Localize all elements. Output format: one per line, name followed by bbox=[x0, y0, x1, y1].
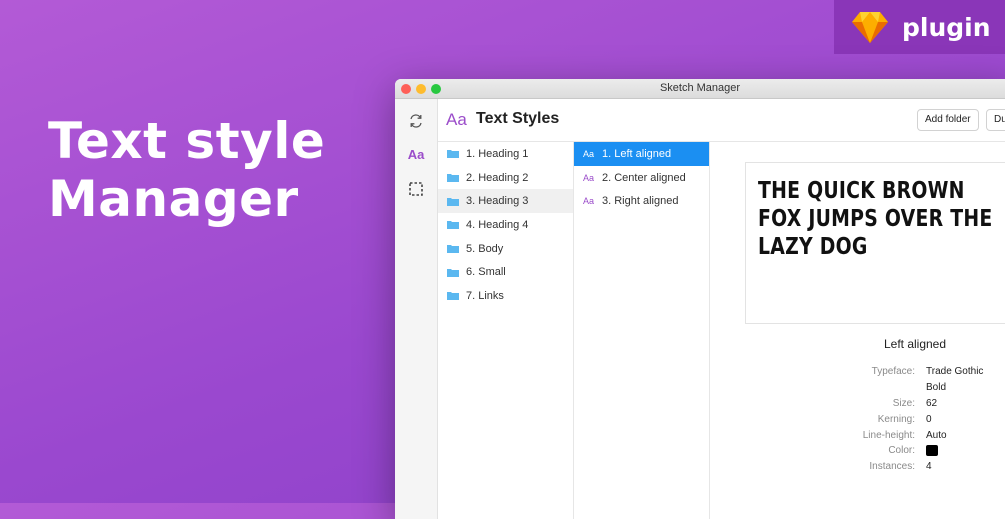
style-detail-title: Left aligned bbox=[883, 337, 947, 351]
instances-label: Instances: bbox=[869, 461, 915, 472]
folder-label: 2. Heading 2 bbox=[466, 171, 529, 184]
plugin-label: plugin bbox=[902, 12, 991, 42]
color-swatch[interactable] bbox=[926, 445, 938, 456]
line-height-label: Line-height: bbox=[862, 430, 915, 441]
kerning-value: 0 bbox=[926, 414, 932, 425]
panel-header: Aa Text Styles Add folder Duplicate bbox=[438, 99, 1005, 142]
style-item[interactable]: Aa 2. Center aligned bbox=[574, 166, 709, 190]
folder-item[interactable]: 4. Heading 4 bbox=[438, 213, 573, 237]
styles-column: Aa 1. Left aligned Aa 2. Center aligned … bbox=[574, 142, 710, 519]
side-rail: Aa bbox=[395, 99, 438, 519]
hero-title-line1: Text style bbox=[48, 112, 326, 170]
style-label: 3. Right aligned bbox=[602, 195, 679, 208]
text-styles-header-icon: Aa bbox=[446, 110, 467, 129]
text-style-icon: Aa bbox=[583, 148, 595, 159]
style-preview: THE QUICK BROWN FOX JUMPS OVER THE LAZY … bbox=[745, 162, 1005, 324]
typeface-weight-value: Bold bbox=[926, 382, 947, 393]
folder-item[interactable]: 1. Heading 1 bbox=[438, 142, 573, 166]
folder-icon bbox=[447, 245, 459, 254]
folder-icon bbox=[447, 197, 459, 206]
folders-column: 1. Heading 1 2. Heading 2 3. Heading 3 4… bbox=[438, 142, 574, 519]
folder-item[interactable]: 6. Small bbox=[438, 260, 573, 284]
folder-icon bbox=[447, 150, 459, 159]
color-label: Color: bbox=[888, 445, 915, 456]
add-folder-button[interactable]: Add folder bbox=[917, 109, 979, 131]
sketch-diamond-icon bbox=[852, 12, 888, 43]
folder-label: 6. Small bbox=[466, 266, 506, 279]
folder-label: 5. Body bbox=[466, 242, 504, 255]
size-label: Size: bbox=[892, 398, 915, 409]
preview-text: THE QUICK BROWN FOX JUMPS OVER THE LAZY … bbox=[758, 177, 993, 261]
text-styles-icon[interactable]: Aa bbox=[407, 145, 425, 163]
folder-item[interactable]: 5. Body bbox=[438, 237, 573, 261]
window-title: Sketch Manager bbox=[659, 82, 741, 94]
sync-icon[interactable] bbox=[407, 112, 425, 130]
style-item[interactable]: Aa 3. Right aligned bbox=[574, 189, 709, 213]
folder-item-selected[interactable]: 3. Heading 3 bbox=[438, 189, 573, 214]
folder-item[interactable]: 7. Links bbox=[438, 284, 573, 308]
duplicate-button[interactable]: Duplicate bbox=[986, 109, 1005, 131]
preview-line: FOX JUMPS OVER THE bbox=[758, 206, 993, 232]
sketch-manager-window: Sketch Manager Aa Aa Text Styles Add fol… bbox=[395, 79, 1005, 519]
kerning-label: Kerning: bbox=[877, 414, 915, 425]
hero-title-line2: Manager bbox=[48, 170, 299, 228]
text-style-icon: Aa bbox=[583, 172, 595, 183]
folder-icon bbox=[447, 268, 459, 277]
text-style-icon: Aa bbox=[583, 196, 595, 207]
selection-icon[interactable] bbox=[407, 180, 425, 198]
folder-label: 7. Links bbox=[466, 289, 504, 302]
panel-title: Text Styles bbox=[476, 110, 560, 127]
hero-title: Text style Manager bbox=[48, 112, 325, 228]
folder-label: 1. Heading 1 bbox=[466, 147, 529, 160]
style-label: 2. Center aligned bbox=[602, 171, 686, 184]
folder-icon bbox=[447, 221, 459, 230]
folder-icon bbox=[447, 292, 459, 301]
folder-item[interactable]: 2. Heading 2 bbox=[438, 166, 573, 190]
instances-value: 4 bbox=[926, 461, 932, 472]
window-titlebar: Sketch Manager bbox=[395, 79, 1005, 99]
style-label: 1. Left aligned bbox=[602, 147, 672, 160]
line-height-value: Auto bbox=[926, 430, 947, 441]
preview-line: LAZY DOG bbox=[758, 234, 868, 260]
folder-label: 4. Heading 4 bbox=[466, 218, 529, 231]
style-item-active[interactable]: Aa 1. Left aligned bbox=[574, 142, 709, 166]
typeface-value: Trade Gothic bbox=[926, 366, 984, 377]
folder-label: 3. Heading 3 bbox=[466, 195, 529, 208]
preview-line: THE QUICK BROWN bbox=[758, 178, 965, 204]
folder-icon bbox=[447, 174, 459, 183]
typeface-label: Typeface: bbox=[871, 366, 915, 377]
size-value: 62 bbox=[926, 398, 938, 409]
plugin-badge: plugin bbox=[834, 0, 1005, 54]
